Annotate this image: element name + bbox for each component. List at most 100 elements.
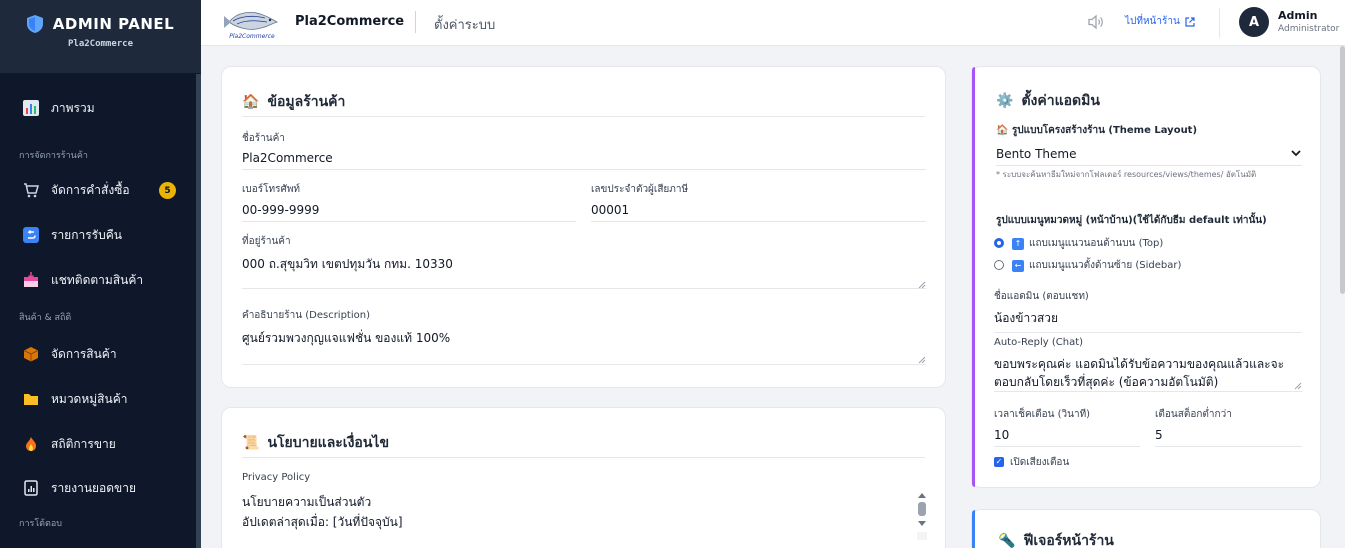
theme-layout-value: Bento Theme [996, 147, 1077, 161]
scroll-icon: 📜 [242, 435, 260, 451]
return-icon [22, 226, 40, 244]
theme-note: * ระบบจะค้นหาธีมใหม่จากโฟลเดอร์ resource… [996, 170, 1257, 179]
folder-icon [22, 390, 40, 408]
menu-sidebar-radio[interactable] [994, 260, 1004, 270]
sidebar-item-orders[interactable]: จัดการคำสั่งซื้อ 5 [0, 172, 196, 208]
privacy-policy-line: นโยบายความเป็นส่วนตัว [242, 495, 372, 509]
auto-reply-line: ขอบพระคุณค่ะ แอดมินได้รับข้อความของคุณแล… [994, 357, 1285, 371]
page-scrollbar[interactable] [1340, 46, 1345, 294]
features-title-text: ฟีเจอร์หน้าร้าน [1023, 533, 1114, 548]
sidebar-item-chat[interactable]: แชทติดตามสินค้า [0, 262, 196, 298]
policy-card: 📜 นโยบายและเงื่อนไข Privacy Policy นโยบา… [221, 407, 946, 548]
sidebar-item-products[interactable]: จัดการสินค้า [0, 336, 196, 372]
arrow-left-icon: ← [1012, 259, 1024, 272]
auto-reply-textarea[interactable]: ขอบพระคุณค่ะ แอดมินได้รับข้อความของคุณแล… [994, 355, 1302, 392]
menu-top-radio[interactable] [994, 238, 1004, 248]
menu-top-option[interactable]: ↑ แถบเมนูแนวนอนด้านบน (Top) [1012, 236, 1163, 251]
sidebar-item-label: ภาพรวม [51, 100, 95, 115]
features-title: 🔦 ฟีเจอร์หน้าร้าน [998, 530, 1114, 548]
store-name-input[interactable]: Pla2Commerce [242, 151, 926, 170]
store-info-card: 🏠 ข้อมูลร้านค้า ชื่อร้านค้า Pla2Commerce… [221, 66, 946, 388]
privacy-policy-label: Privacy Policy [242, 472, 311, 483]
sidebar-item-categories[interactable]: หมวดหมู่สินค้า [0, 381, 196, 417]
sidebar-section-products: สินค้า & สถิติ [19, 313, 72, 323]
sidebar-scrollbar[interactable] [196, 74, 201, 548]
sidebar-item-returns[interactable]: รายการรับคืน [0, 217, 196, 253]
arrow-up-icon: ↑ [1012, 237, 1024, 250]
sidebar-item-label: จัดการสินค้า [51, 346, 117, 361]
resize-handle-icon[interactable] [916, 279, 926, 289]
cart-icon [22, 181, 40, 199]
privacy-policy-textarea[interactable]: นโยบายความเป็นส่วนตัว อัปเดตล่าสุดเมื่อ:… [242, 492, 926, 548]
house-icon: 🏠 [996, 125, 1012, 136]
admin-settings-card: ⚙️ ตั้งค่าแอดมิน 🏠 รูปแบบโครงสร้างร้าน (… [971, 66, 1321, 488]
menu-sidebar-option[interactable]: ← แถบเมนูแนวตั้งด้านซ้าย (Sidebar) [1012, 258, 1181, 273]
theme-layout-select[interactable]: Bento Theme [996, 147, 1302, 166]
check-interval-input[interactable]: 10 [994, 428, 1140, 447]
sidebar-item-label: รายงานยอดขาย [51, 480, 137, 495]
resize-handle-icon[interactable] [916, 354, 926, 364]
card-accent-border [972, 510, 975, 548]
admin-name-label: ชื่อแอดมิน (ตอบแชท) [994, 291, 1089, 302]
chevron-down-icon [1291, 150, 1301, 157]
auto-reply-line: ตอบกลับโดยเร็วที่สุดค่ะ (ข้อความอัตโนมัต… [994, 375, 1219, 389]
sidebar-brand: ADMIN PANEL Pla2Commerce [0, 0, 201, 73]
avatar[interactable]: A [1239, 7, 1269, 37]
sidebar-subtitle: Pla2Commerce [67, 39, 134, 49]
phone-label: เบอร์โทรศัพท์ [242, 184, 301, 195]
policy-title: 📜 นโยบายและเงื่อนไข [242, 432, 389, 454]
sidebar-item-stats[interactable]: สถิติการขาย [0, 426, 196, 462]
store-name: Pla2Commerce [295, 14, 405, 29]
header-divider [415, 11, 416, 33]
auto-reply-label: Auto-Reply (Chat) [994, 337, 1084, 348]
sidebar-item-label: รายการรับคืน [51, 227, 122, 242]
sidebar-item-overview[interactable]: ภาพรวม [0, 90, 196, 126]
check-interval-label: เวลาเช็คเตือน (วินาที) [994, 409, 1091, 420]
address-textarea[interactable]: 000 ถ.สุขุมวิท เขตปทุมวัน กทม. 10330 [242, 255, 926, 289]
resize-handle-icon[interactable] [1292, 380, 1302, 390]
report-icon [22, 479, 40, 497]
admin-settings-title: ⚙️ ตั้งค่าแอดมิน [996, 90, 1100, 112]
phone-input[interactable]: 00-999-9999 [242, 203, 576, 222]
tax-id-label: เลขประจำตัวผู้เสียภาษี [591, 184, 689, 195]
store-name-label: ชื่อร้านค้า [242, 133, 285, 144]
box-icon [22, 345, 40, 363]
sidebar-item-label: จัดการคำสั่งซื้อ [51, 182, 130, 197]
gear-icon: ⚙️ [996, 93, 1014, 109]
divider [242, 116, 925, 117]
admin-name: Admin [1278, 9, 1318, 22]
sidebar-item-label: แชทติดตามสินค้า [51, 272, 144, 287]
store-info-title-text: ข้อมูลร้านค้า [267, 94, 346, 110]
brand-logo: Pla2Commerce [224, 11, 279, 40]
description-label: คำอธิบายร้าน (Description) [242, 310, 370, 321]
menu-top-label: แถบเมนูแนวนอนด้านบน (Top) [1029, 238, 1164, 249]
sidebar: ADMIN PANEL Pla2Commerce ภาพรวม การจัดกา… [0, 0, 201, 548]
admin-role: Administrator [1278, 24, 1340, 34]
inbox-icon [22, 271, 40, 289]
menu-style-label: รูปแบบเมนูหมวดหมู่ (หน้าบ้าน)(ใช้ได้กับธ… [996, 215, 1267, 226]
sound-alert-checkbox[interactable]: ✓ [994, 457, 1004, 467]
sidebar-section-store: การจัดการร้านค้า [19, 151, 88, 161]
sidebar-section-interaction: การโต้ตอบ [19, 519, 62, 529]
external-link-icon [1185, 16, 1195, 27]
sidebar-title: ADMIN PANEL [52, 15, 175, 33]
low-stock-input[interactable]: 5 [1155, 428, 1302, 447]
sidebar-item-sales-report[interactable]: รายงานยอดขาย [0, 470, 196, 506]
card-accent-border [972, 67, 975, 487]
go-to-store-link[interactable]: ไปที่หน้าร้าน [1125, 14, 1195, 29]
theme-layout-label: 🏠 รูปแบบโครงสร้างร้าน (Theme Layout) [996, 123, 1197, 138]
orders-count-badge: 5 [159, 182, 176, 199]
policy-title-text: นโยบายและเงื่อนไข [267, 435, 390, 451]
tax-id-input[interactable]: 00001 [591, 203, 926, 222]
fire-icon [22, 435, 40, 453]
admin-name-input[interactable]: น้องข้าวสวย [994, 309, 1302, 333]
page-title: ตั้งค่าระบบ [434, 18, 496, 33]
description-textarea[interactable]: ศูนย์รวมพวงกุญแจแฟชั่น ของแท้ 100% [242, 329, 926, 365]
textarea-scrollbar[interactable] [917, 492, 927, 540]
divider [242, 457, 925, 458]
shield-icon [26, 15, 43, 33]
low-stock-label: เตือนสต็อกต่ำกว่า [1155, 409, 1232, 420]
speaker-icon[interactable] [1087, 13, 1105, 31]
sound-alert-label: เปิดเสียงเตือน [1010, 457, 1070, 468]
features-card: 🔦 ฟีเจอร์หน้าร้าน [971, 509, 1321, 548]
